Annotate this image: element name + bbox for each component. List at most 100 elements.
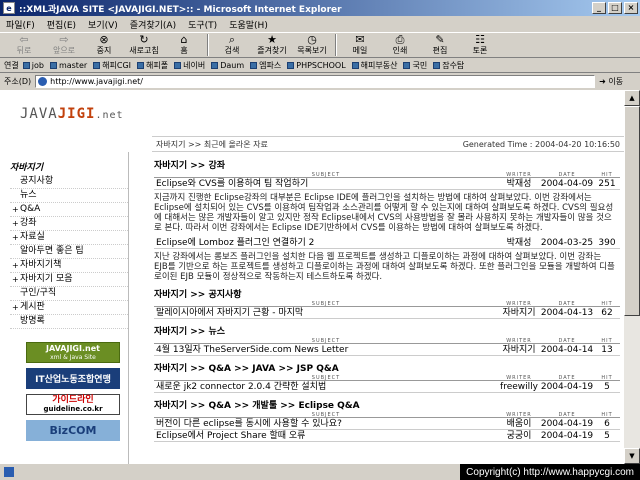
post-subject-link[interactable]: 버전이 다른 eclipse를 동시에 사용할 수 있나요?: [154, 418, 498, 429]
favorites-button[interactable]: ★ 즐겨찾기: [252, 33, 292, 57]
hit-header: HIT: [601, 301, 613, 307]
link-happy-realestate[interactable]: 해피부동산: [351, 60, 397, 71]
menu-view[interactable]: 보기(V): [88, 18, 118, 31]
link-jobtop[interactable]: 잡수탑: [433, 60, 464, 71]
sidebar-item-guestbook[interactable]: 방명록: [10, 315, 128, 329]
links-bar: 연결 job master 해피CGI 해피폴 네이버 Daum 엠파스 PHP…: [0, 58, 640, 73]
edit-icon: ✎: [435, 33, 445, 46]
link-happypoll[interactable]: 해피폴: [137, 60, 168, 71]
post-subject-link[interactable]: Eclipse에서 Project Share 할때 오류: [154, 430, 498, 441]
subject-header: SUBJECT: [311, 375, 341, 381]
post-hits: 62: [601, 308, 613, 318]
section-title[interactable]: 자바지기 >> Q&A >> 개발툴 >> Eclipse Q&A: [154, 398, 620, 411]
post-date: 2004-04-19: [540, 431, 594, 441]
link-master[interactable]: master: [49, 61, 87, 70]
banner-guideline[interactable]: 가이드라인 guideline.co.kr: [26, 394, 120, 415]
banner-bizcom[interactable]: BizCOM: [26, 420, 120, 441]
section-title[interactable]: 자바지기 >> Q&A >> JAVA >> JSP Q&A: [154, 361, 620, 374]
mail-icon: ✉: [355, 33, 365, 46]
print-button[interactable]: ⎙ 인쇄: [380, 33, 420, 57]
link-phpschool[interactable]: PHPSCHOOL: [287, 61, 346, 70]
go-button[interactable]: ➜ 이동: [599, 76, 623, 87]
stop-button[interactable]: ⊗ 중지: [84, 33, 124, 57]
post-subject-link[interactable]: 4월 13일자 TheServerSide.com News Letter: [154, 344, 498, 355]
scroll-up-icon[interactable]: ▲: [624, 90, 640, 106]
link-icon: [22, 61, 30, 69]
post-summary: 지금까지 진행한 Eclipse강좌의 대부분은 Eclipse IDE에 플러…: [154, 193, 614, 233]
back-button[interactable]: ⇦ 뒤로: [4, 33, 44, 57]
menu-file[interactable]: 파일(F): [6, 18, 35, 31]
breadcrumb: 자바지기 >> 최근에 올라온 자료: [156, 139, 268, 149]
link-empas[interactable]: 엠파스: [250, 60, 281, 71]
link-naver[interactable]: 네이버: [174, 60, 205, 71]
sidebar-item-qna[interactable]: Q&A: [10, 203, 128, 217]
address-value: http://www.javajigi.net/: [50, 76, 143, 86]
title-bar: e ::XML과JAVA SITE <JAVAJIGI.NET>:: - Mic…: [0, 0, 640, 16]
post-date: 2004-04-13: [540, 308, 594, 318]
menu-edit[interactable]: 편집(E): [47, 18, 76, 31]
back-arrow-icon: ⇦: [19, 33, 29, 46]
sidebar-item-archive[interactable]: 자료실: [10, 231, 128, 245]
scroll-down-icon[interactable]: ▼: [624, 448, 640, 464]
address-input[interactable]: http://www.javajigi.net/: [35, 74, 596, 88]
page-viewport: JAVAJIGI.net 자바지기 >> 최근에 올라온 자료 Generate…: [0, 90, 624, 464]
discuss-button[interactable]: ☷ 토론: [460, 33, 500, 57]
writer-header: WRITER: [506, 338, 532, 344]
sidebar-item-notice[interactable]: 공지사항: [10, 175, 128, 189]
sidebar-item-news[interactable]: 뉴스: [10, 189, 128, 203]
section-title[interactable]: 자바지기 >> 공지사항: [154, 287, 620, 300]
banner-javajigi[interactable]: JAVAJIGI.net xml & Java Site: [26, 342, 120, 363]
page-status-icon: [4, 467, 14, 477]
refresh-icon: ↻: [139, 33, 149, 46]
maximize-button[interactable]: □: [608, 2, 622, 14]
menu-favorites[interactable]: 즐겨찾기(A): [130, 18, 176, 31]
close-button[interactable]: ×: [624, 2, 638, 14]
vertical-scrollbar[interactable]: ▲ ▼: [624, 90, 640, 464]
date-header: DATE: [558, 301, 576, 307]
content-section: 자바지기 >> 강좌 SUBJECT WRITER DATE HIT Eclipse와 C…: [154, 158, 620, 282]
sidebar-item-collection[interactable]: 자바지기 모음: [10, 273, 128, 287]
banner-it-union[interactable]: IT산업노동조합연맹: [26, 368, 120, 389]
refresh-button[interactable]: ↻ 새로고침: [124, 33, 164, 57]
link-icon: [174, 61, 182, 69]
sidebar-item-jobs[interactable]: 구인/구직: [10, 287, 128, 301]
mail-button[interactable]: ✉ 메일: [340, 33, 380, 57]
search-button[interactable]: ⌕ 검색: [212, 33, 252, 57]
forward-button[interactable]: ⇨ 앞으로: [44, 33, 84, 57]
post-writer: 자바지기: [502, 345, 536, 355]
post-subject-link[interactable]: Eclipse와 CVS를 이용하여 팀 작업하기: [154, 178, 498, 189]
sidebar-item-books[interactable]: 자바지기책: [10, 259, 128, 273]
link-happycgi[interactable]: 해피CGI: [93, 60, 131, 71]
post-row: 버전이 다른 eclipse를 동시에 사용할 수 있나요? 배움이 2004-04…: [154, 418, 620, 430]
link-daum[interactable]: Daum: [211, 61, 244, 70]
section-title[interactable]: 자바지기 >> 강좌: [154, 158, 620, 171]
link-job[interactable]: job: [22, 61, 44, 70]
stop-icon: ⊗: [99, 33, 109, 46]
post-subject-link[interactable]: Eclipse에 Lomboz 플러그인 연결하기 2: [154, 237, 498, 248]
content-section: 자바지기 >> Q&A >> 개발툴 >> Eclipse Q&A SUBJECT…: [154, 398, 620, 442]
recent-posts: 자바지기 >> 강좌 SUBJECT WRITER DATE HIT Eclipse와 C…: [154, 158, 620, 447]
sidebar-item-board[interactable]: 게시판: [10, 301, 128, 315]
minimize-button[interactable]: _: [592, 2, 606, 14]
sidebar-item-tips[interactable]: 알아두면 좋은 팁: [10, 245, 128, 259]
site-logo[interactable]: JAVAJIGI.net: [20, 106, 124, 122]
home-button[interactable]: ⌂ 홈: [164, 33, 204, 57]
edit-button[interactable]: ✎ 편집: [420, 33, 460, 57]
post-row: Eclipse에서 Project Share 할때 오류 궁궁이 2004-04-…: [154, 430, 620, 442]
content-section: 자바지기 >> 공지사항 SUBJECT WRITER DATE HIT 말레이시아에서 …: [154, 287, 620, 319]
search-icon: ⌕: [228, 33, 236, 46]
post-hits: 5: [604, 431, 610, 441]
history-button[interactable]: ◷ 목록보기: [292, 33, 332, 57]
menu-tools[interactable]: 도구(T): [188, 18, 217, 31]
post-hits: 13: [601, 345, 613, 355]
post-hits: 251: [598, 179, 616, 189]
link-kookmin[interactable]: 국민: [403, 60, 427, 71]
post-subject-link[interactable]: 말레이시아에서 자바지기 근황 - 마지막: [154, 307, 498, 318]
subject-header: SUBJECT: [311, 338, 341, 344]
sidebar-item-lecture[interactable]: 강좌: [10, 217, 128, 231]
hit-header: HIT: [601, 412, 613, 418]
section-title[interactable]: 자바지기 >> 뉴스: [154, 324, 620, 337]
scroll-thumb[interactable]: [624, 106, 640, 316]
menu-help[interactable]: 도움말(H): [229, 18, 268, 31]
post-subject-link[interactable]: 새로운 jk2 connector 2.0.4 간략한 설치법: [154, 381, 498, 392]
